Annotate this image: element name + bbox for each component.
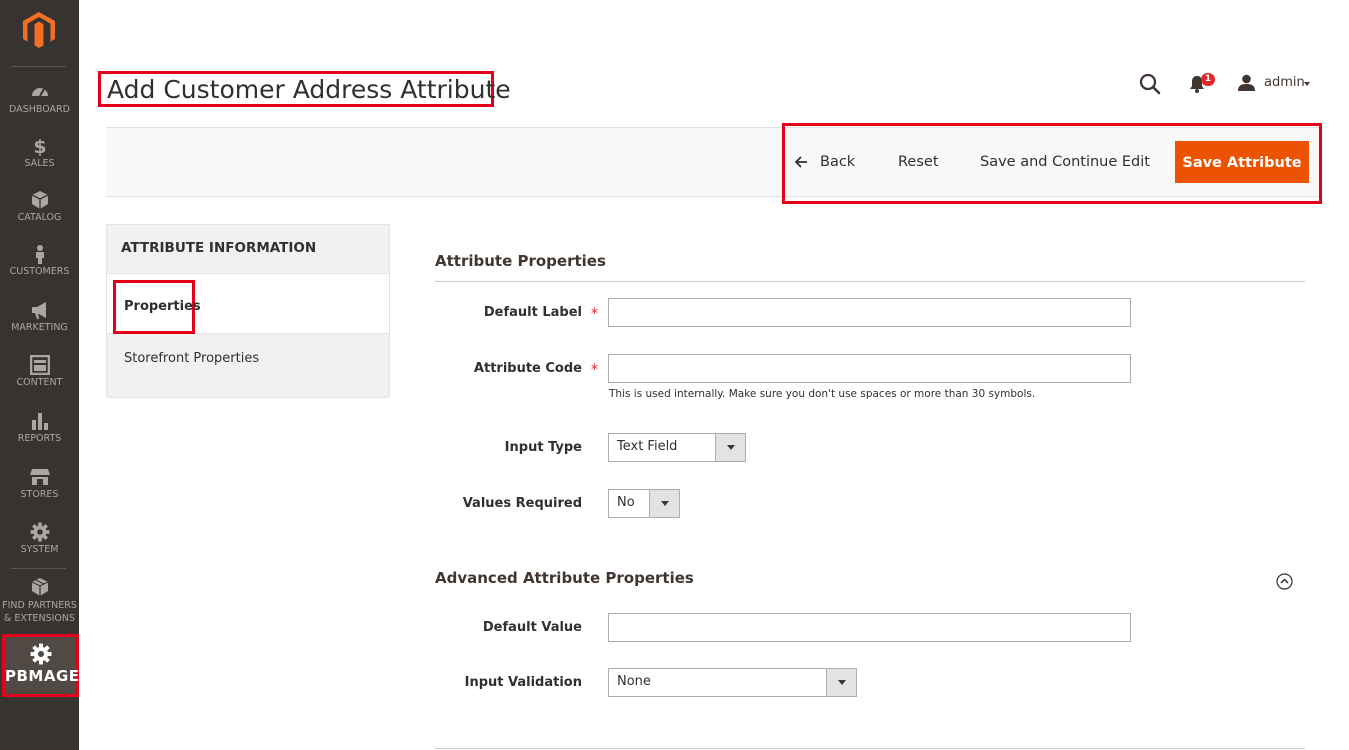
values-required-value: No bbox=[617, 495, 635, 510]
sidebar-item-dashboard[interactable]: DASHBOARD bbox=[0, 82, 79, 115]
tab-storefront-properties[interactable]: Storefront Properties bbox=[124, 351, 259, 366]
sidebar-item-marketing[interactable]: MARKETING bbox=[0, 300, 79, 333]
dollar-icon: $ bbox=[33, 136, 46, 156]
input-type-label: Input Type bbox=[504, 440, 582, 455]
input-type-value: Text Field bbox=[617, 439, 678, 454]
select-toggle[interactable] bbox=[715, 434, 745, 461]
dashboard-icon bbox=[31, 88, 48, 97]
attribute-code-note: This is used internally. Make sure you d… bbox=[609, 388, 1036, 400]
section-divider bbox=[435, 281, 1305, 282]
required-asterisk: * bbox=[591, 306, 598, 322]
sidebar-item-label: REPORTS bbox=[17, 433, 62, 444]
required-asterisk: * bbox=[591, 362, 598, 378]
chevron-down-icon[interactable] bbox=[1304, 82, 1310, 86]
attribute-code-label: Attribute Code bbox=[473, 361, 582, 376]
sidebar-item-customers[interactable]: CUSTOMERS bbox=[0, 244, 79, 277]
save-attribute-button[interactable]: Save Attribute bbox=[1175, 141, 1309, 183]
magento-logo-icon[interactable] bbox=[23, 12, 55, 48]
chevron-down-icon bbox=[727, 445, 735, 450]
input-validation-label: Input Validation bbox=[464, 675, 582, 690]
save-and-continue-button[interactable]: Save and Continue Edit bbox=[980, 151, 1150, 173]
section-title-attribute-properties: Attribute Properties bbox=[435, 252, 606, 270]
sidebar-item-label: CATALOG bbox=[17, 212, 62, 223]
page-title-highlight: Add Customer Address Attribute bbox=[98, 71, 511, 107]
sidebar-item-find-partners[interactable]: FIND PARTNERS & EXTENSIONS bbox=[0, 577, 79, 625]
sidebar-item-pbmage[interactable]: PBMAGE bbox=[2, 634, 79, 697]
sidebar-item-label: SYSTEM bbox=[20, 544, 59, 555]
input-type-select[interactable]: Text Field bbox=[608, 433, 746, 462]
default-label-input[interactable] bbox=[608, 298, 1131, 327]
tabs-heading: ATTRIBUTE INFORMATION bbox=[121, 240, 317, 256]
arrow-left-icon bbox=[795, 156, 807, 168]
section-divider bbox=[435, 748, 1305, 749]
sidebar-item-label: CONTENT bbox=[16, 377, 63, 388]
bar-chart-icon bbox=[31, 413, 48, 430]
sidebar-item-label: PBMAGE bbox=[5, 667, 80, 685]
sidebar-item-label: CUSTOMERS bbox=[9, 266, 70, 277]
section-title-advanced-properties[interactable]: Advanced Attribute Properties bbox=[435, 569, 694, 587]
sidebar-divider bbox=[11, 66, 66, 67]
sidebar-item-reports[interactable]: REPORTS bbox=[0, 411, 79, 444]
sidebar-item-label: DASHBOARD bbox=[9, 104, 70, 115]
notification-count-badge[interactable]: 1 bbox=[1201, 73, 1215, 86]
sidebar-item-label: MARKETING bbox=[11, 322, 68, 333]
sidebar-item-system[interactable]: SYSTEM bbox=[0, 522, 79, 555]
sidebar-item-label-line1: FIND PARTNERS bbox=[2, 600, 77, 611]
values-required-label: Values Required bbox=[462, 496, 582, 511]
default-value-input[interactable] bbox=[608, 613, 1131, 642]
sidebar-divider bbox=[11, 568, 66, 569]
sidebar-item-sales[interactable]: $ SALES bbox=[0, 136, 79, 169]
chevron-down-icon bbox=[661, 501, 669, 506]
page-title: Add Customer Address Attribute bbox=[107, 75, 511, 104]
search-icon[interactable] bbox=[1139, 73, 1161, 95]
input-validation-value: None bbox=[617, 674, 651, 689]
default-value-label: Default Value bbox=[482, 620, 582, 635]
user-menu-name[interactable]: admin bbox=[1264, 75, 1305, 90]
sidebar-item-stores[interactable]: STORES bbox=[0, 467, 79, 500]
attribute-code-input[interactable] bbox=[608, 354, 1131, 383]
back-button[interactable]: Back bbox=[795, 151, 855, 173]
reset-button[interactable]: Reset bbox=[898, 151, 939, 173]
user-icon[interactable] bbox=[1238, 74, 1255, 91]
sidebar-item-label: SALES bbox=[24, 158, 55, 169]
gear-icon bbox=[30, 522, 49, 542]
sidebar-item-catalog[interactable]: CATALOG bbox=[0, 190, 79, 223]
gear-icon bbox=[30, 643, 51, 665]
cubes-icon bbox=[31, 578, 48, 596]
values-required-select[interactable]: No bbox=[608, 489, 680, 518]
input-validation-select[interactable]: None bbox=[608, 668, 857, 697]
sidebar-item-label: STORES bbox=[20, 489, 59, 500]
admin-sidebar: DASHBOARD $ SALES CATALOG CUSTOMERS MARK… bbox=[0, 0, 79, 750]
svg-text:$: $ bbox=[33, 136, 46, 156]
tab-properties[interactable]: Properties bbox=[124, 299, 201, 314]
select-toggle[interactable] bbox=[649, 490, 679, 517]
sidebar-item-label: FIND PARTNERS & EXTENSIONS bbox=[0, 599, 79, 625]
default-label-label: Default Label bbox=[483, 305, 582, 320]
sidebar-item-content[interactable]: CONTENT bbox=[0, 355, 79, 388]
megaphone-icon bbox=[31, 302, 46, 319]
layout-icon bbox=[29, 355, 50, 375]
store-icon bbox=[29, 469, 50, 485]
chevron-down-icon bbox=[838, 680, 846, 685]
sidebar-item-label-line2: & EXTENSIONS bbox=[3, 613, 76, 624]
box-icon bbox=[31, 191, 48, 209]
select-toggle[interactable] bbox=[826, 669, 856, 696]
person-icon bbox=[35, 245, 44, 264]
back-button-label: Back bbox=[820, 154, 856, 170]
chevron-up-circle-icon[interactable] bbox=[1276, 573, 1293, 590]
